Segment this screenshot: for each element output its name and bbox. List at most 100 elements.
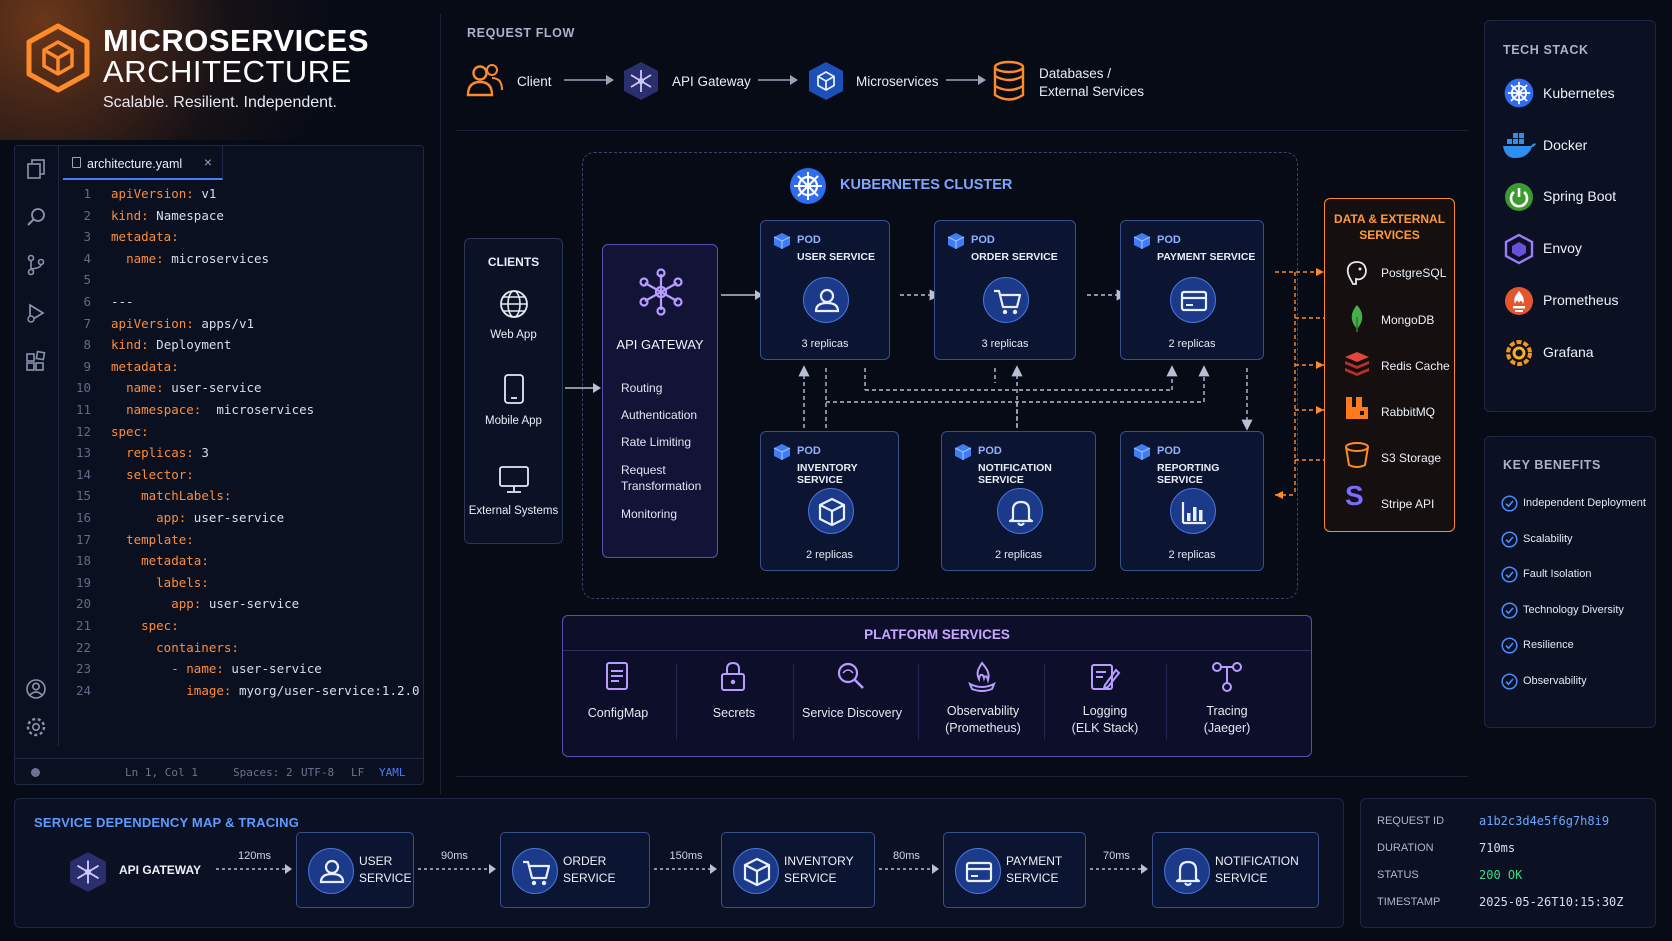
dep-service-label: ORDER SERVICE <box>563 853 615 887</box>
trace-status: 200 OK <box>1479 868 1523 882</box>
data-redis-cache: Redis Cache <box>1381 359 1450 373</box>
benefit-item: Fault Isolation <box>1523 568 1592 581</box>
dep-service-node[interactable]: PAYMENT SERVICE <box>943 832 1086 908</box>
platform-separator <box>793 664 794 740</box>
dep-service-node[interactable]: ORDER SERVICE <box>500 832 650 908</box>
mongodb-leaf-icon <box>1347 303 1367 333</box>
user-icon <box>308 848 354 894</box>
dep-service-suffix: SERVICE <box>784 871 837 885</box>
dep-service-node[interactable]: INVENTORY SERVICE <box>721 832 875 908</box>
dep-service-node[interactable]: NOTIFICATION SERVICE <box>1152 832 1319 908</box>
pod-3[interactable]: POD PAYMENT SERVICE 2 replicas <box>1120 220 1264 360</box>
key-benefits-title: KEY BENEFITS <box>1503 458 1601 472</box>
platform-separator <box>676 664 677 740</box>
pod-replicas: 2 replicas <box>994 549 1043 561</box>
dep-service-node[interactable]: USER SERVICE <box>296 832 414 908</box>
data-s3-storage: S3 Storage <box>1381 451 1442 465</box>
check-circle-icon <box>1501 637 1518 654</box>
pod-service-name: USER SERVICE <box>797 251 875 263</box>
pod-6[interactable]: POD REPORTING SERVICE 2 replicas <box>1120 431 1264 571</box>
pod-tag: POD <box>1157 234 1181 246</box>
tech-envoy: Envoy <box>1543 240 1582 256</box>
dep-service-name: USER <box>359 854 393 868</box>
pod-tag: POD <box>1157 445 1181 457</box>
pod-replicas: 3 replicas <box>801 338 849 350</box>
platform-services-panel: PLATFORM SERVICES ConfigMap Secrets Servic… <box>562 615 1312 757</box>
pod-service-name: INVENTORY SERVICE <box>797 462 858 486</box>
pod-5[interactable]: POD NOTIFICATION SERVICE 2 replicas <box>941 431 1096 571</box>
dep-service-suffix: SERVICE <box>1006 871 1059 885</box>
tech-grafana: Grafana <box>1543 344 1594 360</box>
platform-service-name: Tracing <box>1206 704 1248 718</box>
dep-service-label: USER SERVICE <box>359 853 411 887</box>
pod-1[interactable]: POD USER SERVICE 3 replicas <box>760 220 890 360</box>
data-external-panel: DATA & EXTERNAL SERVICES PostgreSQL Mong… <box>1324 198 1455 532</box>
trace-request-id[interactable]: a1b2c3d4e5f6g7h8i9 <box>1479 814 1609 828</box>
platform-service-item[interactable]: Tracing (Jaeger) <box>1167 703 1287 737</box>
platform-service-name: Observability <box>946 704 1020 718</box>
service-discovery-icon <box>834 660 870 694</box>
dep-latency: 150ms <box>669 850 703 862</box>
benefit-item: Scalability <box>1523 532 1573 545</box>
platform-service-detail: (Jaeger) <box>1203 721 1251 735</box>
dep-service-name: NOTIFICATION <box>1215 854 1299 868</box>
dep-arrow-icon <box>879 863 941 875</box>
pod-tag: POD <box>978 445 1002 457</box>
pod-service-name: ORDER SERVICE <box>971 251 1058 263</box>
check-circle-icon <box>1501 673 1518 690</box>
spring-boot-icon <box>1503 181 1535 213</box>
platform-title: PLATFORM SERVICES <box>864 627 1010 642</box>
dep-arrow-icon <box>654 863 719 875</box>
platform-service-name: Secrets <box>712 706 756 720</box>
dep-gateway-label: API GATEWAY <box>119 863 202 877</box>
data-mongodb: MongoDB <box>1381 313 1435 327</box>
kubernetes-icon <box>1503 77 1535 109</box>
grafana-icon <box>1503 337 1535 369</box>
dep-service-label: PAYMENT SERVICE <box>1006 853 1062 887</box>
dep-service-suffix: SERVICE <box>563 871 616 885</box>
logging-icon <box>1087 660 1123 694</box>
check-circle-icon <box>1501 602 1518 619</box>
dep-latency: 80ms <box>893 850 920 862</box>
platform-service-item[interactable]: Service Discovery <box>792 705 912 722</box>
pod-cube-icon <box>773 232 791 250</box>
benefit-item: Technology Diversity <box>1523 603 1624 616</box>
pod-service-name: REPORTING SERVICE <box>1157 462 1220 486</box>
gateway-hub-icon <box>66 850 110 894</box>
platform-service-item[interactable]: Secrets <box>674 705 794 722</box>
redis-cache-icon <box>1343 349 1371 377</box>
tech-kubernetes: Kubernetes <box>1543 85 1615 101</box>
card-icon <box>955 848 1001 894</box>
dep-latency: 120ms <box>238 850 272 862</box>
data-rabbitmq: RabbitMQ <box>1381 405 1436 419</box>
platform-separator <box>917 664 919 740</box>
cart-icon <box>512 848 558 894</box>
platform-service-item[interactable]: ConfigMap <box>558 705 678 722</box>
benefit-item: Observability <box>1523 675 1587 687</box>
platform-service-item[interactable]: Observability (Prometheus) <box>923 703 1043 737</box>
trace-duration-label: DURATION <box>1377 842 1434 854</box>
platform-title-divider <box>563 650 1311 651</box>
box-icon <box>807 488 854 534</box>
box-icon <box>733 848 779 894</box>
observability-flame-icon <box>965 660 1001 694</box>
secrets-lock-icon <box>716 660 752 694</box>
postgresql-elephant-icon <box>1343 259 1371 287</box>
cart-icon <box>983 277 1029 323</box>
tech-prometheus: Prometheus <box>1543 292 1619 308</box>
dep-latency: 70ms <box>1103 850 1130 862</box>
data-external-title-line1: DATA & EXTERNAL <box>1333 212 1446 226</box>
pod-cube-icon <box>1133 232 1151 250</box>
platform-service-item[interactable]: Logging (ELK Stack) <box>1045 703 1165 737</box>
stripe-s-icon: S <box>1345 480 1364 511</box>
rabbitmq-icon <box>1344 395 1370 421</box>
pod-2[interactable]: POD ORDER SERVICE 3 replicas <box>934 220 1076 360</box>
card-icon <box>1170 277 1216 323</box>
dep-service-name: INVENTORY <box>784 854 854 868</box>
docker-whale-icon <box>1501 131 1537 161</box>
platform-service-detail: (Prometheus) <box>945 721 1021 735</box>
pod-cube-icon <box>773 443 791 461</box>
pod-4[interactable]: POD INVENTORY SERVICE 2 replicas <box>760 431 899 571</box>
key-benefits-panel: KEY BENEFITS Independent Deployment Scala… <box>1484 436 1656 728</box>
dependency-map-title: SERVICE DEPENDENCY MAP & TRACING <box>34 815 300 830</box>
